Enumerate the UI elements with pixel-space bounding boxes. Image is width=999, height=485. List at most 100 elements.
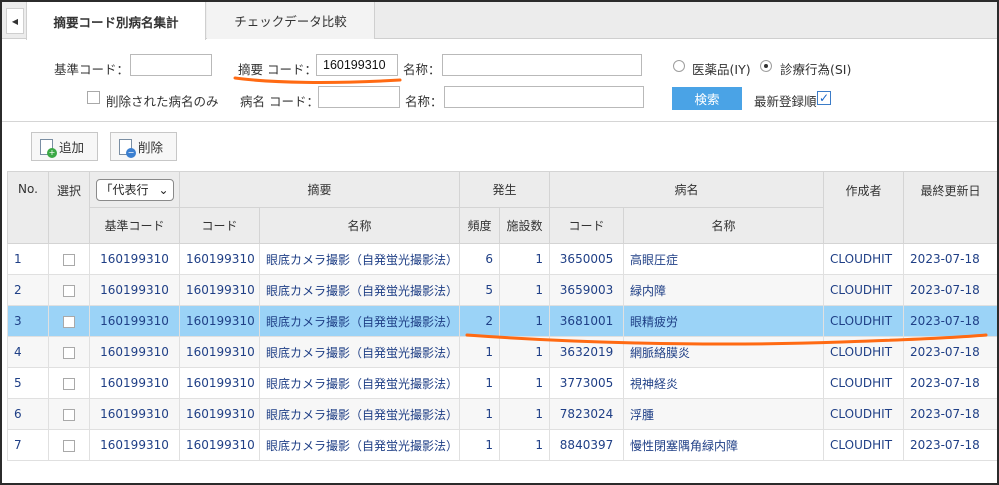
representative-select-cell: 「代表行 ⌄ — [89, 171, 180, 208]
cell-disease-name: 眼精疲労 — [623, 305, 825, 337]
cell-select — [48, 336, 90, 368]
cell-disease-name: 浮腫 — [623, 398, 825, 430]
cell-author: CLOUDHIT — [823, 398, 905, 430]
cell-author: CLOUDHIT — [823, 274, 905, 306]
cell-author: CLOUDHIT — [823, 243, 905, 275]
cell-summary-code: 160199310 — [179, 243, 260, 275]
caret-left-icon: ◀ — [11, 16, 19, 26]
col-header-disease-code: コード — [549, 207, 625, 244]
row-select-checkbox[interactable] — [63, 377, 75, 390]
cell-summary-name: 眼底カメラ撮影（自発蛍光撮影法） — [258, 367, 461, 399]
cell-frequency: 6 — [459, 243, 501, 275]
col-header-author: 作成者 — [823, 171, 905, 244]
form-separator — [2, 121, 997, 122]
cell-last-updated: 2023-07-18 — [903, 305, 997, 337]
col-header-no: No. — [7, 171, 49, 244]
cell-author: CLOUDHIT — [823, 336, 905, 368]
add-button[interactable]: + 追加 — [31, 132, 98, 161]
cell-base-code: 160199310 — [89, 398, 180, 430]
cell-frequency: 2 — [459, 305, 501, 337]
cell-base-code: 160199310 — [89, 336, 180, 368]
row-select-checkbox[interactable] — [63, 284, 75, 297]
tab-check-data-compare[interactable]: チェックデータ比較 — [207, 2, 375, 39]
cell-no: 3 — [7, 305, 49, 337]
tab-summary-code-disease[interactable]: 摘要コード別病名集計 — [26, 2, 206, 40]
cell-disease-name: 視神経炎 — [623, 367, 825, 399]
table-row[interactable]: 4 160199310 160199310 眼底カメラ撮影（自発蛍光撮影法） 1 1 363… — [7, 336, 997, 368]
cell-select — [48, 398, 90, 430]
summary-code-input[interactable] — [316, 54, 398, 76]
cell-base-code: 160199310 — [89, 429, 180, 461]
cell-frequency: 1 — [459, 398, 501, 430]
cell-frequency: 1 — [459, 429, 501, 461]
add-button-label: 追加 — [59, 140, 85, 155]
table-row[interactable]: 5 160199310 160199310 眼底カメラ撮影（自発蛍光撮影法） 1 1 377… — [7, 367, 997, 399]
cell-summary-code: 160199310 — [179, 305, 260, 337]
col-header-summary-code: コード — [179, 207, 260, 244]
table-body: 1 160199310 160199310 眼底カメラ撮影（自発蛍光撮影法） 6 1 365… — [7, 243, 997, 461]
base-code-input[interactable] — [130, 54, 212, 76]
summary-name-label: 名称： — [403, 62, 441, 77]
disease-name-label: 名称： — [405, 94, 443, 109]
table-row[interactable]: 3 160199310 160199310 眼底カメラ撮影（自発蛍光撮影法） 2 1 368… — [7, 305, 997, 337]
cell-last-updated: 2023-07-18 — [903, 398, 997, 430]
table-row[interactable]: 2 160199310 160199310 眼底カメラ撮影（自発蛍光撮影法） 5 1 365… — [7, 274, 997, 306]
summary-code-label: 摘要 コード： — [238, 62, 317, 77]
cell-facility-count: 1 — [499, 274, 551, 306]
cell-facility-count: 1 — [499, 336, 551, 368]
table-row[interactable]: 1 160199310 160199310 眼底カメラ撮影（自発蛍光撮影法） 6 1 365… — [7, 243, 997, 275]
cell-base-code: 160199310 — [89, 274, 180, 306]
cell-summary-name: 眼底カメラ撮影（自発蛍光撮影法） — [258, 274, 461, 306]
cell-no: 1 — [7, 243, 49, 275]
cell-summary-code: 160199310 — [179, 398, 260, 430]
cell-no: 7 — [7, 429, 49, 461]
tab-label: 摘要コード別病名集計 — [53, 14, 179, 30]
annotation-underline-summary-code — [233, 76, 402, 84]
cell-select — [48, 429, 90, 461]
table-row[interactable]: 7 160199310 160199310 眼底カメラ撮影（自発蛍光撮影法） 1 1 884… — [7, 429, 997, 461]
cell-no: 5 — [7, 367, 49, 399]
disease-name-input[interactable] — [444, 86, 644, 108]
deleted-only-checkbox[interactable] — [87, 91, 100, 104]
delete-button-label: 削除 — [138, 140, 164, 155]
cell-last-updated: 2023-07-18 — [903, 429, 997, 461]
cell-summary-code: 160199310 — [179, 274, 260, 306]
row-select-checkbox[interactable] — [63, 346, 75, 359]
col-header-select: 選択 — [48, 171, 90, 244]
disease-code-label: 病名 コード： — [240, 94, 319, 109]
cell-disease-name: 緑内障 — [623, 274, 825, 306]
tab-label: チェックデータ比較 — [234, 14, 347, 29]
cell-disease-name: 網脈絡膜炎 — [623, 336, 825, 368]
col-group-summary: 摘要 — [178, 171, 461, 208]
disease-code-input[interactable] — [318, 86, 400, 108]
cell-last-updated: 2023-07-18 — [903, 367, 997, 399]
summary-name-input[interactable] — [442, 54, 642, 76]
search-button[interactable]: 検索 — [672, 87, 742, 110]
col-header-facility-count: 施設数 — [499, 207, 551, 244]
cell-summary-code: 160199310 — [179, 429, 260, 461]
cell-facility-count: 1 — [499, 305, 551, 337]
cell-summary-name: 眼底カメラ撮影（自発蛍光撮影法） — [258, 243, 461, 275]
row-select-checkbox[interactable] — [63, 439, 75, 452]
row-select-checkbox[interactable] — [63, 315, 75, 328]
table-row[interactable]: 6 160199310 160199310 眼底カメラ撮影（自発蛍光撮影法） 1 1 782… — [7, 398, 997, 430]
cell-author: CLOUDHIT — [823, 305, 905, 337]
row-select-checkbox[interactable] — [63, 253, 75, 266]
representative-row-select[interactable]: 「代表行 ⌄ — [95, 178, 174, 201]
radio-drug[interactable] — [673, 60, 685, 72]
row-select-checkbox[interactable] — [63, 408, 75, 421]
cell-no: 4 — [7, 336, 49, 368]
latest-order-checkbox[interactable]: ✓ — [817, 91, 831, 105]
checkmark-icon: ✓ — [818, 91, 830, 105]
delete-button[interactable]: − 削除 — [110, 132, 177, 161]
col-header-frequency: 頻度 — [459, 207, 501, 244]
deleted-only-label: 削除された病名のみ — [106, 94, 219, 109]
cell-disease-code: 3681001 — [549, 305, 625, 337]
cell-disease-code: 7823024 — [549, 398, 625, 430]
cell-summary-name: 眼底カメラ撮影（自発蛍光撮影法） — [258, 398, 461, 430]
tab-scroll-left-button[interactable]: ◀ — [6, 8, 24, 34]
radio-procedure[interactable] — [760, 60, 772, 72]
cell-frequency: 5 — [459, 274, 501, 306]
cell-summary-name: 眼底カメラ撮影（自発蛍光撮影法） — [258, 305, 461, 337]
add-document-icon: + — [40, 138, 57, 158]
